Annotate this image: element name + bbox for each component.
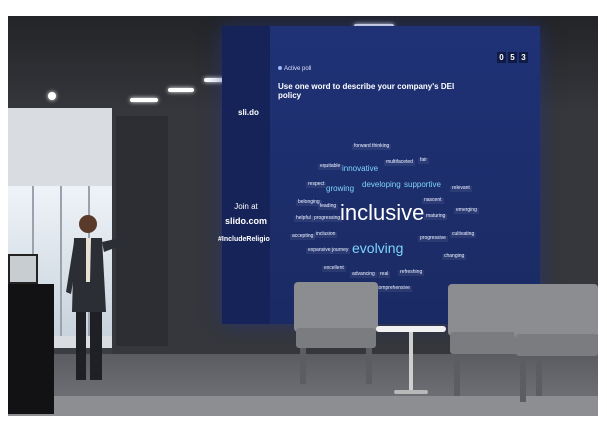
- chair-leg: [454, 354, 460, 396]
- word-cloud-word: progressive: [418, 235, 448, 242]
- word-cloud-word: growing: [326, 184, 355, 193]
- ceiling-light: [130, 98, 158, 102]
- join-url: slido.com: [224, 216, 267, 226]
- stage-edge: [8, 396, 598, 416]
- word-cloud-word: cultivating: [450, 231, 477, 238]
- word-cloud-word: fair: [418, 157, 429, 164]
- chair-seat: [296, 328, 376, 348]
- word-cloud-word: refreshing: [398, 269, 425, 276]
- counter-digit: 5: [508, 52, 517, 63]
- armchair: [294, 282, 378, 384]
- chair-leg: [300, 348, 306, 384]
- screen-sidebar: sli.do Join at slido.com #IncludeReligio…: [218, 26, 274, 324]
- speaker-head: [79, 215, 97, 233]
- word-cloud-word: forward thinking: [352, 143, 392, 150]
- counter-digit: 3: [519, 52, 528, 63]
- speaker-arm: [102, 236, 130, 252]
- side-table-base: [394, 390, 428, 394]
- chair-seat: [516, 334, 598, 356]
- response-counter: 0 5 3: [497, 52, 528, 63]
- word-cloud-word: developing: [362, 180, 401, 189]
- word-cloud-word: innovative: [342, 164, 379, 173]
- chair-leg: [366, 348, 372, 384]
- armchair: [514, 284, 598, 402]
- word-cloud-word: evolving: [352, 240, 404, 256]
- active-poll-label: Active poll: [278, 66, 311, 72]
- spotlight: [48, 92, 56, 100]
- word-cloud-word: inclusion: [314, 231, 338, 238]
- word-cloud-word: excellent: [322, 265, 346, 272]
- side-table-stem: [409, 332, 413, 394]
- word-cloud-word: changing: [442, 253, 467, 260]
- word-cloud-word: supportive: [404, 180, 441, 189]
- word-cloud-word: relevant: [450, 185, 472, 192]
- word-cloud-word: emerging: [454, 207, 479, 214]
- speaker-leg: [90, 312, 102, 380]
- window-mullion: [60, 186, 62, 336]
- word-cloud-word: helpful: [294, 215, 313, 222]
- word-cloud-word: leading: [318, 203, 339, 210]
- chair-back: [514, 284, 598, 338]
- speaker-leg: [76, 312, 86, 380]
- podium: [8, 284, 54, 414]
- poll-question: Use one word to describe your company's …: [278, 82, 455, 100]
- laptop-monitor: [8, 254, 38, 284]
- word-cloud-word: equitable: [318, 163, 343, 170]
- word-cloud-word: accepting: [290, 233, 316, 240]
- word-cloud-word: comprehensive: [374, 285, 412, 292]
- slido-logo: sli.do: [238, 108, 259, 117]
- chair-leg: [520, 356, 526, 402]
- word-cloud-word: maturing: [424, 213, 448, 220]
- poll-icon: [278, 66, 282, 70]
- word-cloud-word: multifaceted: [384, 159, 415, 166]
- join-text: Join at: [234, 202, 258, 211]
- speaker: [66, 215, 130, 380]
- word-cloud-word: real: [378, 271, 391, 278]
- ceiling-light: [168, 88, 194, 92]
- chair-back: [294, 282, 378, 332]
- hashtag: #IncludeReligion: [218, 236, 275, 243]
- word-cloud-word: inclusive: [340, 200, 425, 225]
- poll-panel: Active poll Use one word to describe you…: [270, 26, 540, 324]
- word-cloud-word: journey: [330, 247, 351, 254]
- counter-digit: 0: [497, 52, 506, 63]
- projection-screen: sli.do Join at slido.com #IncludeReligio…: [218, 26, 540, 324]
- active-poll-text: Active poll: [284, 66, 312, 72]
- word-cloud-word: expansive: [306, 247, 333, 254]
- word-cloud-word: advancing: [350, 271, 377, 278]
- conference-photo: sli.do Join at slido.com #IncludeReligio…: [8, 16, 598, 416]
